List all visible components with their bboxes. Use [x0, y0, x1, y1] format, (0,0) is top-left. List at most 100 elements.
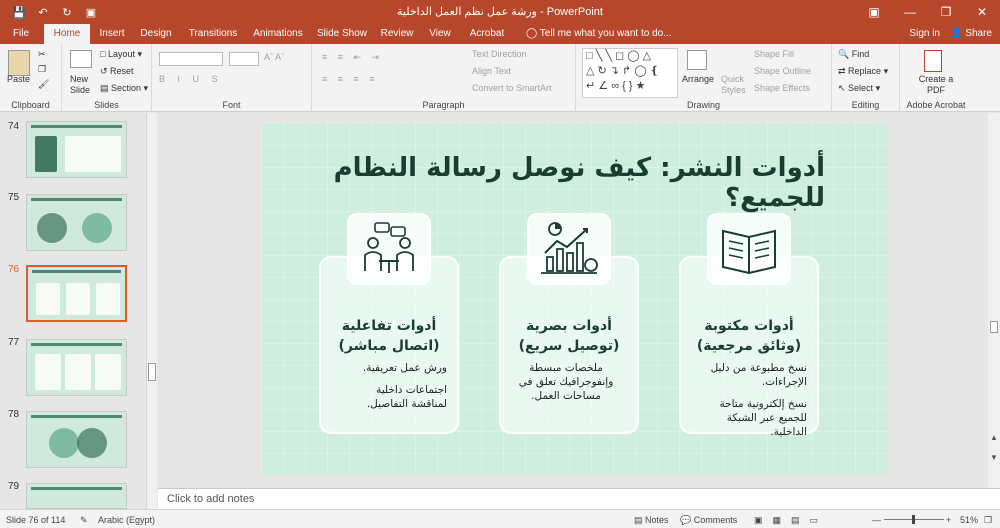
thumbnail-number: 74	[8, 121, 20, 132]
font-size-input[interactable]	[229, 52, 259, 66]
tab-home[interactable]: Home	[44, 24, 90, 44]
tab-design[interactable]: Design	[136, 24, 176, 44]
tab-transitions[interactable]: Transitions	[184, 24, 242, 44]
slide-title[interactable]: أدوات النشر: كيف نوصل رسالة النظام للجمي…	[261, 153, 825, 213]
replace-button[interactable]: ⇄ Replace ▾	[838, 66, 888, 77]
pdf-icon[interactable]	[924, 50, 942, 72]
card-subtitle: (توصيل سريع)	[518, 338, 620, 354]
convert-smartart-button[interactable]: Convert to SmartArt	[472, 83, 552, 93]
zoom-out-icon[interactable]: —	[872, 515, 881, 525]
thumbnail-78[interactable]	[26, 411, 127, 468]
editing-label: Editing	[851, 100, 880, 110]
shape-outline-button[interactable]: Shape Outline	[754, 66, 811, 76]
share-button[interactable]: 👤 Share	[950, 24, 992, 44]
slide-counter: Slide 76 of 114	[6, 515, 66, 525]
paste-icon[interactable]	[8, 50, 30, 76]
cut-icon[interactable]: ✂	[38, 49, 46, 60]
tab-view[interactable]: View	[424, 24, 456, 44]
new-slide-icon[interactable]	[70, 50, 92, 68]
font-name-input[interactable]	[159, 52, 223, 66]
list-buttons[interactable]: ≡ ≡ ⇤ ⇥	[322, 52, 383, 63]
text-direction-button[interactable]: Text Direction	[472, 49, 527, 59]
thumbnail-74[interactable]	[26, 121, 127, 178]
language-indicator[interactable]: Arabic (Egypt)	[98, 515, 155, 525]
arrange-icon[interactable]	[687, 50, 707, 70]
grow-font-icon[interactable]: Aˆ Aˇ	[264, 52, 284, 62]
zoom-slider-thumb[interactable]	[912, 515, 915, 524]
thumbnail-75[interactable]	[26, 194, 127, 251]
scroll-thumb[interactable]	[148, 363, 156, 381]
next-slide-icon[interactable]: ▼	[990, 453, 998, 462]
new-slide-button[interactable]: New Slide	[70, 74, 100, 96]
card-title: أدوات مكتوبة	[704, 318, 794, 334]
section-button[interactable]: ▤ Section ▾	[100, 83, 148, 94]
create-pdf-button[interactable]: Create a PDF	[918, 74, 954, 96]
font-label: Font	[222, 100, 241, 110]
thumbnail-77[interactable]	[26, 339, 127, 396]
select-button[interactable]: ↖ Select ▾	[838, 83, 880, 94]
thumbnail-76[interactable]	[26, 265, 127, 322]
close-button[interactable]: ✕	[964, 0, 1000, 24]
acrobat-label: Adobe Acrobat	[906, 100, 966, 110]
card-subtitle: (اتصال مباشر)	[338, 338, 440, 354]
drawing-label: Drawing	[686, 100, 720, 110]
clipboard-group: Paste ✂ ❐ 🖌 Clipboard	[0, 44, 62, 112]
thumbnail-number: 75	[8, 192, 20, 203]
thumbnail-number: 76	[8, 264, 20, 275]
shape-fill-button[interactable]: Shape Fill	[754, 49, 794, 59]
arrange-button[interactable]: Arrange	[682, 74, 714, 84]
spellcheck-icon[interactable]: ✎	[80, 515, 88, 526]
shapes-gallery[interactable]: □ ╲ ╲ ◻ ◯ △ △ ↻ ↴ ↱ ◯ ❴ ↵ ∠ ∞ { } ★	[582, 48, 678, 98]
thumbnail-79[interactable]	[26, 483, 127, 509]
zoom-level[interactable]: 51%	[960, 515, 978, 525]
card-text: نسخ مطبوعة من دليل الإجراءات. نسخ إلكترو…	[710, 362, 807, 438]
window-title: ورشة عمل نظم العمل الداخلية - PowerPoint	[397, 6, 603, 18]
fit-slide-icon[interactable]: ❐	[984, 515, 992, 526]
card-subtitle: (وثائق مرجعية)	[696, 338, 802, 354]
view-buttons[interactable]: ▣▦▤▭	[754, 515, 828, 526]
maximize-button[interactable]: ❐	[928, 0, 964, 24]
tab-insert[interactable]: Insert	[94, 24, 130, 44]
card-title: أدوات تفاعلية	[341, 318, 437, 334]
prev-slide-icon[interactable]: ▲	[990, 433, 998, 442]
slides-label: Slides	[94, 100, 119, 110]
slide-scrollbar[interactable]: ▲ ▼	[988, 113, 1000, 488]
find-button[interactable]: 🔍 Find	[838, 49, 869, 60]
thumbnail-scrollbar[interactable]	[146, 113, 157, 509]
reset-button[interactable]: ↺ Reset	[100, 66, 134, 77]
notes-pane[interactable]: Click to add notes	[158, 488, 1000, 509]
chart-icon-box	[527, 213, 611, 285]
scroll-thumb[interactable]	[990, 321, 998, 333]
acrobat-group: Create a PDF Adobe Acrobat	[900, 44, 972, 112]
slide-canvas[interactable]: أدوات النشر: كيف نوصل رسالة النظام للجمي…	[261, 123, 887, 475]
ribbon-options-icon[interactable]: ▣	[856, 0, 892, 24]
paste-button[interactable]: Paste	[7, 74, 30, 84]
tab-slideshow[interactable]: Slide Show	[314, 24, 370, 44]
zoom-in-icon[interactable]: +	[946, 515, 951, 525]
card-text: ورش عمل تعريفية. اجتماعات داخلية لمناقشة…	[362, 362, 447, 410]
tab-review[interactable]: Review	[376, 24, 418, 44]
sign-in-link[interactable]: Sign in	[909, 24, 940, 44]
format-painter-icon[interactable]: 🖌	[38, 79, 49, 90]
minimize-button[interactable]: —	[892, 0, 928, 24]
notes-placeholder[interactable]: Click to add notes	[167, 493, 254, 505]
comments-button[interactable]: 💬 Comments	[680, 515, 737, 526]
clipboard-label: Clipboard	[11, 100, 50, 110]
tab-file[interactable]: File	[6, 24, 36, 44]
copy-icon[interactable]: ❐	[38, 64, 46, 75]
slides-group: New Slide □ Layout ▾ ↺ Reset ▤ Section ▾…	[62, 44, 152, 112]
tab-animations[interactable]: Animations	[248, 24, 308, 44]
lightbulb-icon: ◯	[526, 28, 540, 39]
align-text-button[interactable]: Align Text	[472, 66, 511, 76]
layout-button[interactable]: □ Layout ▾	[100, 49, 142, 60]
tab-acrobat[interactable]: Acrobat	[464, 24, 510, 44]
align-buttons[interactable]: ≡ ≡ ≡ ≡	[322, 74, 379, 84]
chart-icon	[541, 222, 598, 274]
thumbnail-number: 78	[8, 409, 20, 420]
quick-styles-button[interactable]: Quick Styles	[721, 74, 749, 96]
notes-button[interactable]: ▤ Notes	[634, 515, 669, 526]
font-format-buttons[interactable]: B I U S	[159, 74, 223, 84]
shape-effects-button[interactable]: Shape Effects	[754, 83, 810, 93]
card-title: أدوات بصرية	[526, 318, 612, 334]
tell-me-search[interactable]: ◯ Tell me what you want to do...	[526, 24, 672, 44]
